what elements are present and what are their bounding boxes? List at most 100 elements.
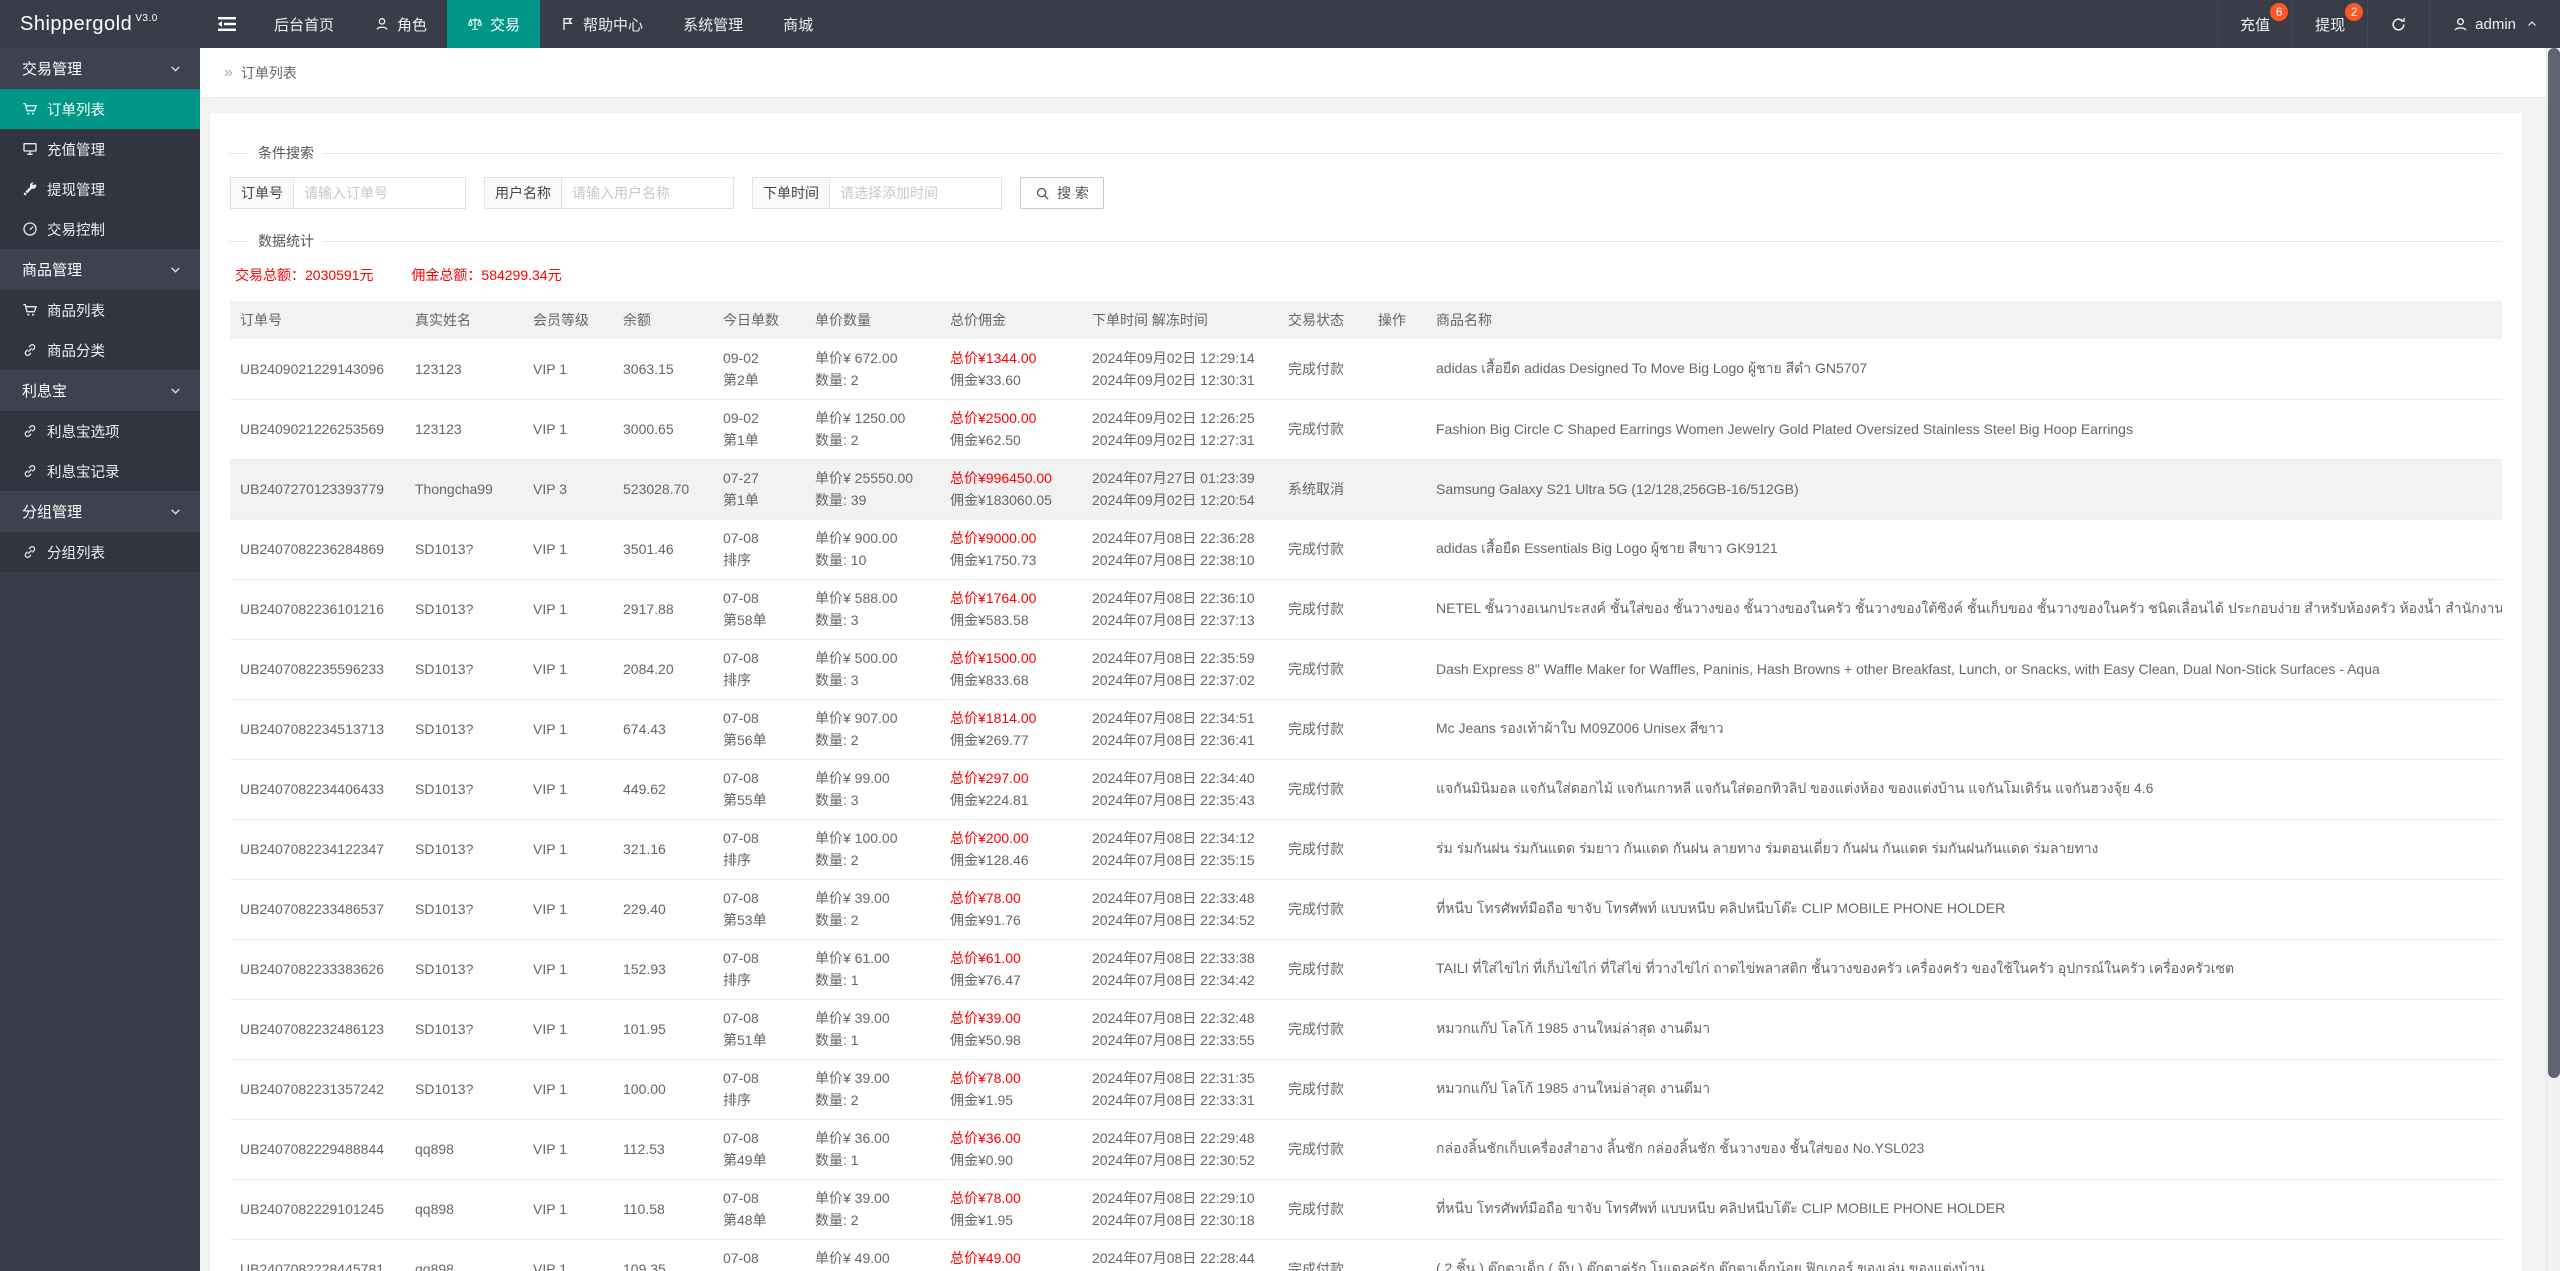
col-balance: 余额 [613, 301, 713, 339]
cell-unit-price-qty: 单价¥ 61.00 数量: 1 [805, 939, 940, 1000]
sidebar-item-recharge-management[interactable]: 充值管理 [0, 129, 200, 169]
sidebar-group-label: 商品管理 [22, 262, 83, 279]
col-unit-price-qty: 单价数量 [805, 301, 940, 339]
username: admin [2475, 15, 2516, 33]
cell-order-no: UB2407082233486537 [230, 879, 405, 940]
user-menu[interactable]: admin [2429, 0, 2560, 48]
cell-unit-price-qty: 单价¥ 100.00 数量: 2 [805, 819, 940, 880]
recharge-button[interactable]: 充值 6 [2217, 0, 2292, 48]
sidebar-item-order-list[interactable]: 订单列表 [0, 89, 200, 129]
order-time-input[interactable] [830, 177, 1002, 209]
cell-real-name: qq898 [405, 1239, 523, 1271]
top-nav: 后台首页 角色 交易 帮助中心 系统管理 商城 [254, 0, 833, 48]
cell-operation [1368, 639, 1426, 700]
withdraw-button[interactable]: 提现 2 [2292, 0, 2367, 48]
cell-times: 2024年07月08日 22:29:48 2024年07月08日 22:30:5… [1082, 1119, 1278, 1180]
monitor-icon [22, 141, 38, 157]
gauge-icon [22, 221, 38, 237]
breadcrumb-arrow-icon: » [224, 63, 233, 81]
order-no-field-group: 订单号 [230, 177, 466, 209]
table-row: UB2409021229143096 123123 VIP 1 3063.15 … [230, 339, 2502, 400]
col-total-commission: 总价佣金 [940, 301, 1082, 339]
wrench-icon [22, 181, 38, 197]
sidebar-group-group-management[interactable]: 分组管理 [0, 491, 200, 532]
cell-vip-level: VIP 1 [523, 879, 613, 940]
cell-balance: 523028.70 [613, 459, 713, 520]
nav-item-roles[interactable]: 角色 [354, 0, 447, 48]
cell-status: 系统取消 [1278, 459, 1368, 520]
search-button[interactable]: 搜 索 [1020, 177, 1104, 209]
withdraw-badge: 2 [2345, 3, 2364, 21]
cell-balance: 2917.88 [613, 579, 713, 640]
table-row: UB2407082234406433 SD1013? VIP 1 449.62 … [230, 759, 2502, 820]
sidebar-item-label: 商品列表 [47, 303, 105, 320]
nav-label: 系统管理 [683, 16, 744, 34]
sidebar-item-product-category[interactable]: 商品分类 [0, 330, 200, 370]
cell-order-no: UB2409021226253569 [230, 399, 405, 460]
nav-item-trade[interactable]: 交易 [447, 0, 541, 48]
stats-fieldset: 数据统计 [230, 231, 2502, 251]
hamburger-icon [218, 16, 236, 32]
sidebar-item-group-list[interactable]: 分组列表 [0, 532, 200, 572]
cell-times: 2024年07月27日 01:23:39 2024年09月02日 12:20:5… [1082, 459, 1278, 520]
sidebar-item-trade-control[interactable]: 交易控制 [0, 209, 200, 249]
cell-balance: 3000.65 [613, 399, 713, 460]
cell-vip-level: VIP 1 [523, 639, 613, 700]
sidebar-group-product-management[interactable]: 商品管理 [0, 249, 200, 290]
col-product-name: 商品名称 [1426, 301, 2502, 339]
col-operation: 操作 [1368, 301, 1426, 339]
cell-times: 2024年09月02日 12:29:14 2024年09月02日 12:30:3… [1082, 339, 1278, 400]
cell-real-name: SD1013? [405, 1059, 523, 1120]
cell-status: 完成付款 [1278, 339, 1368, 400]
cell-unit-price-qty: 单价¥ 1250.00 数量: 2 [805, 399, 940, 460]
nav-item-dashboard[interactable]: 后台首页 [254, 0, 354, 48]
orders-table: 订单号 真实姓名 会员等级 余额 今日单数 单价数量 总价佣金 下单时间 解冻时… [230, 301, 2502, 1271]
username-input[interactable] [562, 177, 734, 209]
scrollbar-thumb[interactable] [2548, 48, 2560, 1078]
nav-item-system-management[interactable]: 系统管理 [663, 0, 763, 48]
sidebar-group-interest-treasure[interactable]: 利息宝 [0, 370, 200, 411]
cell-vip-level: VIP 1 [523, 339, 613, 400]
cell-unit-price-qty: 单价¥ 25550.00 数量: 39 [805, 459, 940, 520]
cell-balance: 449.62 [613, 759, 713, 820]
cell-unit-price-qty: 单价¥ 39.00 数量: 2 [805, 1059, 940, 1120]
sidebar-item-interest-records[interactable]: 利息宝记录 [0, 451, 200, 491]
collapse-sidebar-button[interactable] [200, 0, 254, 48]
cell-daily-orders: 07-08 排序 [713, 1239, 805, 1271]
orders-table-wrap: 订单号 真实姓名 会员等级 余额 今日单数 单价数量 总价佣金 下单时间 解冻时… [230, 301, 2502, 1271]
col-real-name: 真实姓名 [405, 301, 523, 339]
sidebar-group-trade-management[interactable]: 交易管理 [0, 48, 200, 89]
table-row: UB2409021226253569 123123 VIP 1 3000.65 … [230, 399, 2502, 460]
sidebar-item-withdraw-management[interactable]: 提现管理 [0, 169, 200, 209]
nav-item-mall[interactable]: 商城 [763, 0, 833, 48]
cell-times: 2024年07月08日 22:34:51 2024年07月08日 22:36:4… [1082, 699, 1278, 760]
cell-operation [1368, 399, 1426, 460]
sidebar-item-interest-options[interactable]: 利息宝选项 [0, 411, 200, 451]
cell-unit-price-qty: 单价¥ 907.00 数量: 2 [805, 699, 940, 760]
cell-balance: 2084.20 [613, 639, 713, 700]
cell-order-no: UB2407082236284869 [230, 519, 405, 580]
sidebar-item-label: 商品分类 [47, 343, 105, 360]
cell-total-commission: 总价¥297.00 佣金¥224.81 [940, 759, 1082, 820]
nav-item-help-center[interactable]: 帮助中心 [540, 0, 663, 48]
sidebar-item-product-list[interactable]: 商品列表 [0, 290, 200, 330]
search-icon [1035, 186, 1050, 201]
cell-daily-orders: 07-08 排序 [713, 519, 805, 580]
table-row: UB2407082234513713 SD1013? VIP 1 674.43 … [230, 699, 2502, 760]
table-row: UB2407082232486123 SD1013? VIP 1 101.95 … [230, 999, 2502, 1060]
cell-product-name: ( 2 ชิ้น ) ตุ๊กตาเด็ก ( จุ๊บ ) ตุ๊กตาคู่… [1426, 1239, 2502, 1271]
cell-real-name: SD1013? [405, 819, 523, 880]
user-icon [2452, 16, 2469, 33]
cell-vip-level: VIP 1 [523, 519, 613, 580]
flag-icon [560, 16, 576, 32]
order-no-input[interactable] [294, 177, 466, 209]
table-row: UB2407082228445781 qq898 VIP 1 109.35 07… [230, 1239, 2502, 1271]
cell-daily-orders: 07-08 第53单 [713, 879, 805, 940]
cell-vip-level: VIP 3 [523, 459, 613, 520]
cell-vip-level: VIP 1 [523, 1119, 613, 1180]
cell-real-name: qq898 [405, 1179, 523, 1240]
refresh-button[interactable] [2367, 0, 2429, 48]
chevron-down-icon [169, 263, 182, 276]
breadcrumb: » 订单列表 [200, 48, 2546, 98]
cell-order-no: UB2407082234406433 [230, 759, 405, 820]
